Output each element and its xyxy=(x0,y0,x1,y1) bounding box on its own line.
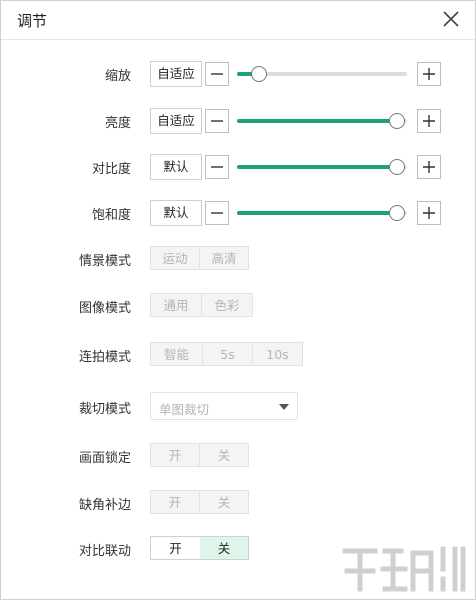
image-mode-label: 图像模式 xyxy=(78,301,131,316)
lock-frame-row: 画面锁定 开 关 xyxy=(1,443,475,469)
image-mode-option-color[interactable]: 色彩 xyxy=(202,293,253,317)
saturation-mode-button[interactable]: 默认 xyxy=(150,200,202,226)
brightness-slider[interactable] xyxy=(237,108,407,134)
burst-mode-option-5s[interactable]: 5s xyxy=(203,342,253,366)
slider-thumb[interactable] xyxy=(389,159,405,175)
plus-icon xyxy=(423,161,435,173)
saturation-row: 饱和度 默认 xyxy=(1,200,475,226)
watermark-logo xyxy=(342,546,466,592)
fill-corner-row: 缺角补边 开 关 xyxy=(1,490,475,516)
contrast-link-off-option[interactable]: 关 xyxy=(200,536,249,560)
zoom-plus-button[interactable] xyxy=(417,62,441,86)
minus-icon xyxy=(211,212,223,214)
close-icon[interactable] xyxy=(439,7,463,31)
contrast-link-on-option[interactable]: 开 xyxy=(150,536,201,560)
scene-mode-option-sport[interactable]: 运动 xyxy=(150,246,200,270)
crop-mode-selected: 单图裁切 xyxy=(159,402,210,417)
lock-frame-on-option[interactable]: 开 xyxy=(150,443,200,467)
slider-thumb[interactable] xyxy=(251,66,267,82)
plus-icon xyxy=(423,207,435,219)
crop-mode-label: 裁切模式 xyxy=(78,402,131,417)
brightness-row: 亮度 自适应 xyxy=(1,108,475,134)
plus-icon xyxy=(423,115,435,127)
slider-fill xyxy=(237,165,397,169)
plus-icon xyxy=(423,68,435,80)
contrast-plus-button[interactable] xyxy=(417,155,441,179)
contrast-row: 对比度 默认 xyxy=(1,154,475,180)
contrast-mode-button[interactable]: 默认 xyxy=(150,154,202,180)
contrast-slider[interactable] xyxy=(237,154,407,180)
adjust-dialog: 调节 缩放 自适应 亮度 自适应 对比度 默认 饱和度 默认 情景模式 运动 高… xyxy=(0,0,476,600)
brightness-plus-button[interactable] xyxy=(417,109,441,133)
minus-icon xyxy=(211,73,223,75)
lock-frame-off-option[interactable]: 关 xyxy=(200,443,249,467)
title-bar: 调节 xyxy=(1,1,475,40)
saturation-label: 饱和度 xyxy=(91,208,131,223)
zoom-label: 缩放 xyxy=(104,69,131,84)
saturation-plus-button[interactable] xyxy=(417,201,441,225)
scene-mode-option-hd[interactable]: 高清 xyxy=(200,246,249,270)
slider-fill xyxy=(237,119,397,123)
fill-corner-on-option[interactable]: 开 xyxy=(150,490,200,514)
crop-mode-row: 裁切模式 单图裁切 xyxy=(1,392,475,420)
dialog-title: 调节 xyxy=(17,12,48,30)
image-mode-option-general[interactable]: 通用 xyxy=(150,293,202,317)
brightness-mode-button[interactable]: 自适应 xyxy=(150,108,202,134)
image-mode-row: 图像模式 通用 色彩 xyxy=(1,293,475,319)
zoom-minus-button[interactable] xyxy=(205,62,229,86)
brightness-minus-button[interactable] xyxy=(205,109,229,133)
contrast-link-label: 对比联动 xyxy=(78,544,131,559)
fill-corner-off-option[interactable]: 关 xyxy=(200,490,249,514)
zoom-mode-button[interactable]: 自适应 xyxy=(150,61,202,87)
fill-corner-label: 缺角补边 xyxy=(78,498,131,513)
saturation-minus-button[interactable] xyxy=(205,201,229,225)
saturation-slider[interactable] xyxy=(237,200,407,226)
brightness-label: 亮度 xyxy=(104,116,131,131)
burst-mode-row: 连拍模式 智能 5s 10s xyxy=(1,342,475,368)
zoom-slider[interactable] xyxy=(237,61,407,87)
contrast-label: 对比度 xyxy=(91,162,131,177)
burst-mode-option-smart[interactable]: 智能 xyxy=(150,342,203,366)
crop-mode-dropdown[interactable]: 单图裁切 xyxy=(150,392,298,420)
slider-fill xyxy=(237,211,397,215)
minus-icon xyxy=(211,120,223,122)
burst-mode-option-10s[interactable]: 10s xyxy=(253,342,303,366)
contrast-minus-button[interactable] xyxy=(205,155,229,179)
caret-down-icon xyxy=(279,404,289,410)
minus-icon xyxy=(211,166,223,168)
slider-thumb[interactable] xyxy=(389,113,405,129)
lock-frame-label: 画面锁定 xyxy=(78,451,131,466)
burst-mode-label: 连拍模式 xyxy=(78,350,131,365)
slider-thumb[interactable] xyxy=(389,205,405,221)
zoom-row: 缩放 自适应 xyxy=(1,61,475,87)
scene-mode-row: 情景模式 运动 高清 xyxy=(1,246,475,272)
scene-mode-label: 情景模式 xyxy=(78,254,131,269)
